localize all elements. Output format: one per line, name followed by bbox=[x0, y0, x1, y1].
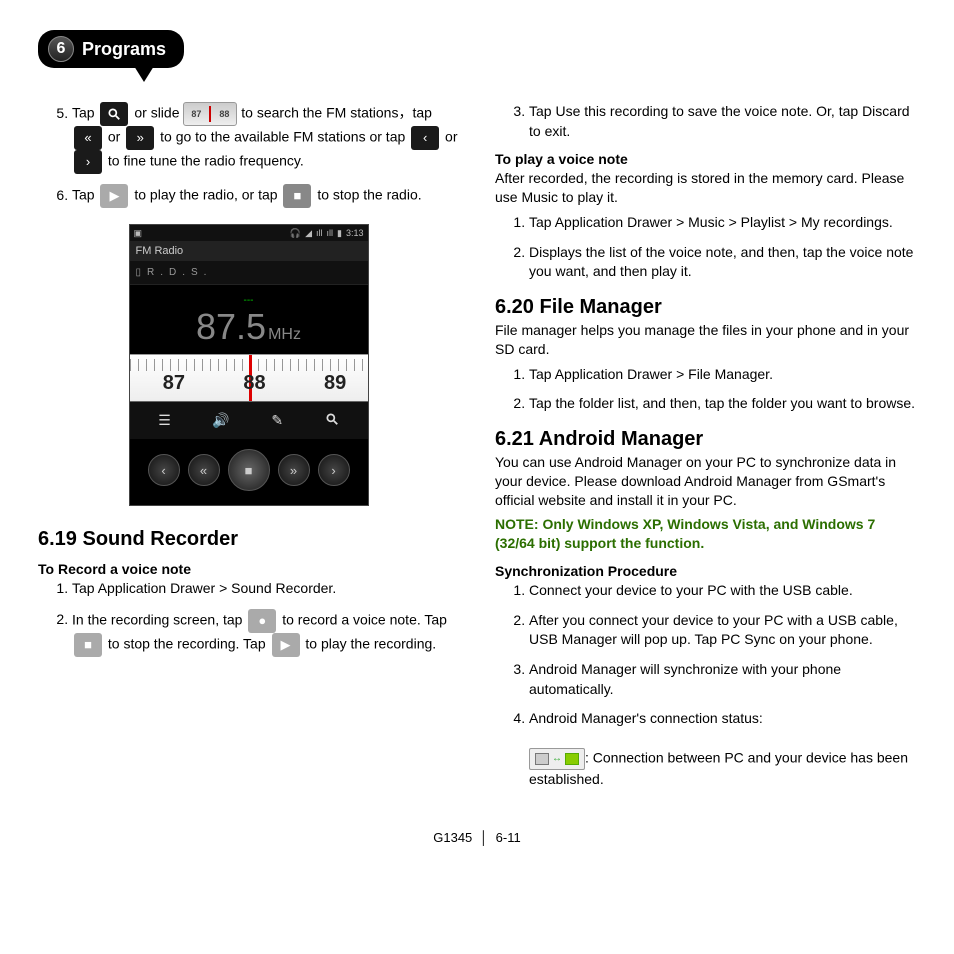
text: or bbox=[445, 129, 457, 145]
record-step-1: Tap Application Drawer > Sound Recorder. bbox=[72, 579, 459, 599]
subhead-record: To Record a voice note bbox=[38, 561, 459, 577]
fm-title: FM Radio bbox=[130, 241, 368, 261]
status-bar: ▣ 🎧 ◢ ıll ıll ▮ 3:13 bbox=[130, 225, 368, 241]
text: Tap bbox=[72, 187, 95, 203]
text: or slide bbox=[134, 105, 179, 121]
dial-88: 88 bbox=[243, 372, 265, 395]
fm-radio-screenshot: ▣ 🎧 ◢ ıll ıll ▮ 3:13 FM Radio ▯R.D.S. --… bbox=[129, 224, 369, 506]
android-manager-note: NOTE: Only Windows XP, Windows Vista, an… bbox=[495, 515, 916, 553]
status-left-icon: ▣ bbox=[134, 228, 143, 239]
signal-icon-2: ıll bbox=[327, 228, 334, 238]
right-column: Tap Use this recording to save the voice… bbox=[495, 102, 916, 800]
text: to stop the radio. bbox=[317, 187, 421, 203]
text: to play the radio, or tap bbox=[134, 187, 277, 203]
page-footer: G1345 │ 6-11 bbox=[38, 830, 916, 845]
fm-step-2: Tap the folder list, and then, tap the f… bbox=[529, 394, 916, 414]
speaker-icon[interactable]: 🔊 bbox=[212, 412, 229, 429]
search-icon bbox=[100, 102, 128, 126]
rds-text: R.D.S. bbox=[147, 267, 212, 278]
forward-button[interactable]: » bbox=[278, 454, 310, 486]
fm-freq-value: 87.5 bbox=[196, 306, 266, 347]
stop-icon: ■ bbox=[74, 633, 102, 657]
file-manager-intro: File manager helps you manage the files … bbox=[495, 321, 916, 359]
fm-controls: ‹ « ■ » › bbox=[130, 439, 368, 505]
text: to play the recording. bbox=[305, 635, 436, 651]
chapter-title: Programs bbox=[82, 39, 166, 60]
play-step-2: Displays the list of the voice note, and… bbox=[529, 243, 916, 282]
play-icon: ▶ bbox=[272, 633, 300, 657]
play-intro: After recorded, the recording is stored … bbox=[495, 169, 916, 207]
text: 88 bbox=[219, 108, 229, 121]
fm-rds: ▯R.D.S. bbox=[130, 261, 368, 285]
fm-step-1: Tap Application Drawer > File Manager. bbox=[529, 365, 916, 385]
chevron-right-icon: › bbox=[74, 150, 102, 174]
note-icon[interactable]: ✎ bbox=[271, 412, 283, 429]
sync-step-1: Connect your device to your PC with the … bbox=[529, 581, 916, 601]
heading-6-19: 6.19 Sound Recorder bbox=[38, 528, 459, 551]
sync-step-4: Android Manager's connection status: ↔ :… bbox=[529, 709, 916, 790]
wifi-icon: ◢ bbox=[305, 228, 312, 239]
text: Tap bbox=[72, 105, 95, 121]
prev-button[interactable]: ‹ bbox=[148, 454, 180, 486]
next-button[interactable]: › bbox=[318, 454, 350, 486]
tuner-slider-icon: 87 88 bbox=[183, 102, 237, 126]
text: to fine tune the radio frequency. bbox=[108, 153, 304, 169]
double-chevron-right-icon: » bbox=[126, 126, 154, 150]
connection-text: : Connection between PC and your device … bbox=[529, 750, 908, 787]
stop-button[interactable]: ■ bbox=[228, 449, 270, 491]
chapter-number: 6 bbox=[48, 36, 74, 62]
fm-dots: --- bbox=[130, 295, 368, 306]
signal-icon: ıll bbox=[316, 228, 323, 238]
step-5: Tap or slide 87 88 to search the FM stat… bbox=[72, 102, 459, 174]
left-column: Tap or slide 87 88 to search the FM stat… bbox=[38, 102, 459, 800]
play-step-1: Tap Application Drawer > Music > Playlis… bbox=[529, 213, 916, 233]
subhead-play: To play a voice note bbox=[495, 151, 916, 167]
text: to record a voice note. Tap bbox=[282, 611, 447, 627]
subhead-sync: Synchronization Procedure bbox=[495, 563, 916, 579]
double-chevron-left-icon: « bbox=[74, 126, 102, 150]
text: Android Manager's connection status: bbox=[529, 710, 763, 726]
step-6: Tap ▶ to play the radio, or tap ■ to sto… bbox=[72, 184, 459, 208]
stop-icon: ■ bbox=[283, 184, 311, 208]
heading-6-20: 6.20 File Manager bbox=[495, 296, 916, 319]
sync-step-3: Android Manager will synchronize with yo… bbox=[529, 660, 916, 699]
status-time: 3:13 bbox=[346, 228, 364, 238]
fm-dial[interactable]: 87 88 89 bbox=[130, 354, 368, 402]
text: 87 bbox=[191, 108, 201, 121]
text: to search the FM stations，tap bbox=[241, 105, 432, 121]
record-icon: ● bbox=[248, 609, 276, 633]
step-3: Tap Use this recording to save the voice… bbox=[529, 102, 916, 141]
battery-icon: ▮ bbox=[337, 228, 342, 239]
fm-frequency-display: --- 87.5MHz bbox=[130, 285, 368, 354]
chapter-tab: 6 Programs bbox=[38, 30, 184, 68]
record-step-2: In the recording screen, tap ● to record… bbox=[72, 609, 459, 657]
text: In the recording screen, tap bbox=[72, 611, 242, 627]
list-icon[interactable]: ☰ bbox=[158, 412, 171, 429]
text: or bbox=[108, 129, 120, 145]
heading-6-21: 6.21 Android Manager bbox=[495, 428, 916, 451]
headphone-icon: 🎧 bbox=[290, 228, 301, 239]
play-icon: ▶ bbox=[100, 184, 128, 208]
chevron-left-icon: ‹ bbox=[411, 126, 439, 150]
fm-freq-unit: MHz bbox=[268, 326, 301, 343]
sync-step-2: After you connect your device to your PC… bbox=[529, 611, 916, 650]
connection-status-icon: ↔ bbox=[529, 748, 585, 770]
text: to go to the available FM stations or ta… bbox=[160, 129, 405, 145]
android-manager-intro: You can use Android Manager on your PC t… bbox=[495, 453, 916, 510]
footer-page: 6-11 bbox=[496, 830, 521, 845]
fm-icon-row: ☰ 🔊 ✎ bbox=[130, 402, 368, 439]
search-icon[interactable] bbox=[325, 412, 339, 429]
rewind-button[interactable]: « bbox=[188, 454, 220, 486]
dial-87: 87 bbox=[163, 372, 185, 395]
text: to stop the recording. Tap bbox=[108, 635, 266, 651]
dial-89: 89 bbox=[324, 372, 346, 395]
footer-model: G1345 bbox=[433, 830, 472, 845]
